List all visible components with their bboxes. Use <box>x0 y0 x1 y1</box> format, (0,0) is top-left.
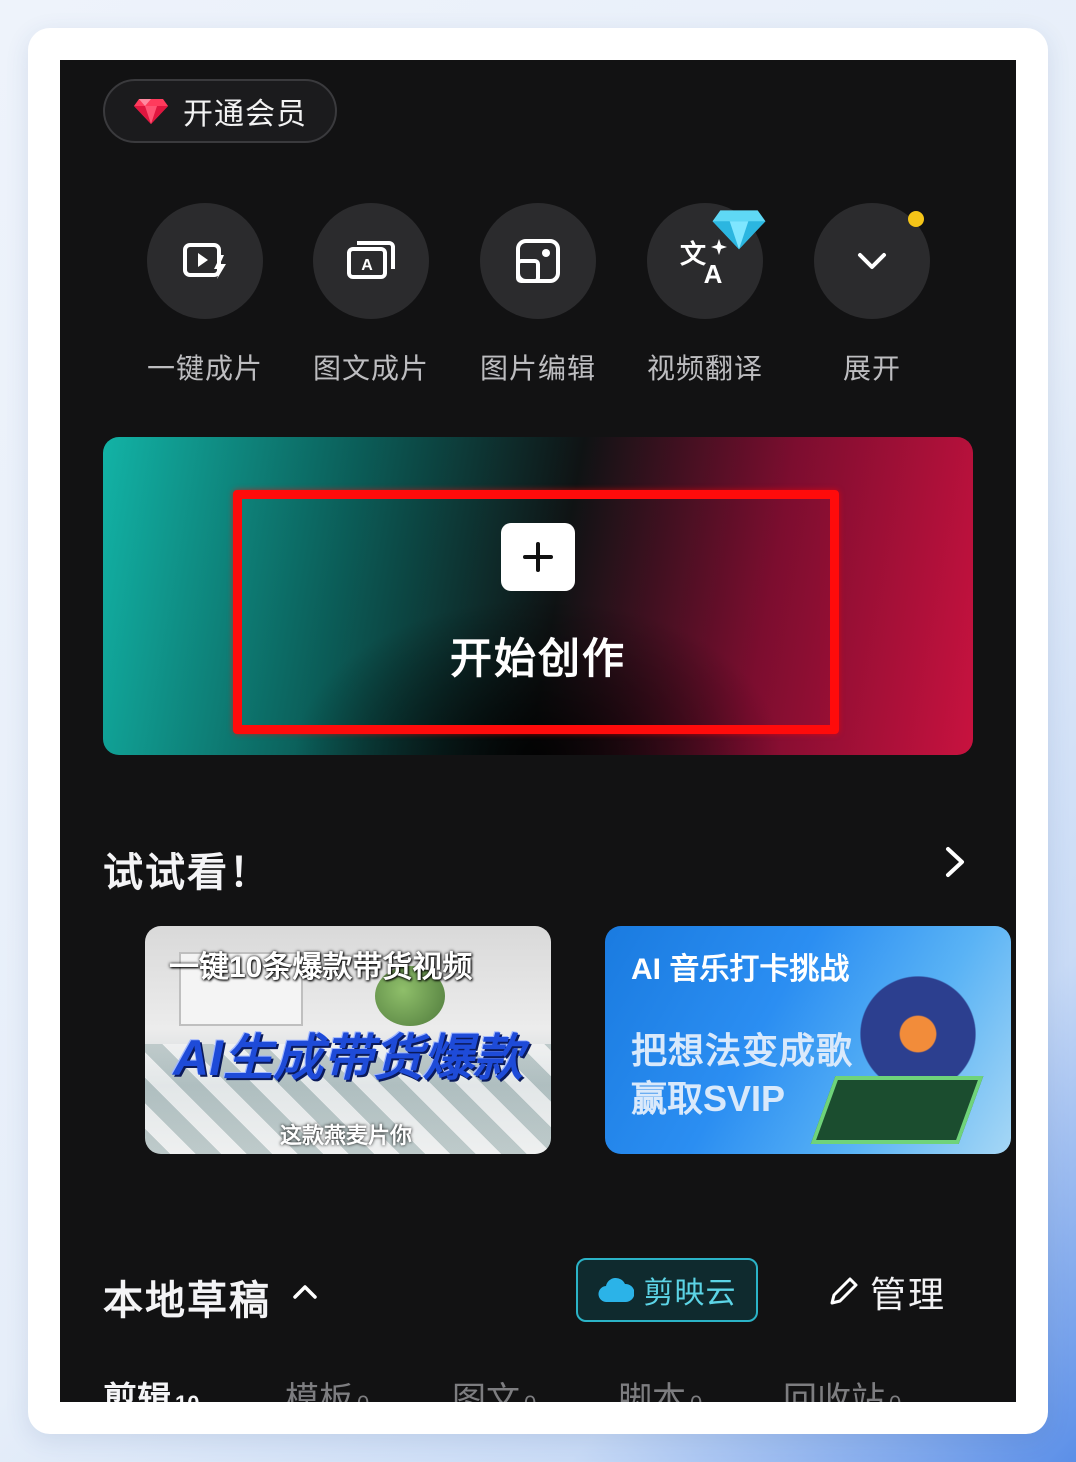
tool-circle <box>147 203 263 319</box>
manage-label: 管理 <box>870 1274 947 1315</box>
notification-dot <box>908 211 924 227</box>
tab-label: 图文 <box>452 1381 520 1402</box>
text-image-icon: A <box>347 241 395 279</box>
promo-subtitle: 赢取SVIP <box>631 1078 786 1119</box>
tab-count: 0 <box>524 1391 536 1402</box>
app-screen: 开通会员 一键成片 A 图文成片 图片编辑 文 A 视频翻译 展开 开始创作 试… <box>60 60 1016 1402</box>
tab-count: 0 <box>889 1391 901 1402</box>
tab-edit[interactable]: 剪辑 10 <box>103 1372 199 1402</box>
promo-caption: 这款燕麦片你 <box>280 1123 413 1148</box>
gem-icon <box>134 99 168 124</box>
svg-text:A: A <box>361 257 373 274</box>
image-edit-icon <box>516 239 560 283</box>
tool-label: 图文成片 <box>312 353 429 384</box>
tab-label: 剪辑 <box>103 1381 171 1402</box>
tool-text-to-video[interactable]: A 图文成片 <box>296 203 446 387</box>
chevron-up-icon[interactable] <box>292 1282 318 1300</box>
tab-label: 脚本 <box>618 1381 686 1402</box>
tool-label: 视频翻译 <box>646 353 763 384</box>
tab-image-text[interactable]: 图文 0 <box>452 1372 536 1402</box>
start-create-button[interactable] <box>501 523 575 591</box>
tool-video-translate[interactable]: 文 A 视频翻译 <box>630 203 780 387</box>
start-create-label: 开始创作 <box>449 635 626 682</box>
quick-tools: 一键成片 A 图文成片 图片编辑 文 A 视频翻译 展开 <box>60 203 1016 384</box>
cloud-label: 剪映云 <box>643 1277 737 1310</box>
pencil-icon <box>830 1277 858 1305</box>
tool-one-click-video[interactable]: 一键成片 <box>130 203 280 387</box>
svg-text:A: A <box>704 259 723 289</box>
tab-count: 0 <box>690 1391 702 1402</box>
draft-tabs: 剪辑 10 模板 0 图文 0 脚本 0 回收站 0 <box>103 1372 1003 1402</box>
promo-headline: AI 音乐打卡挑战 <box>631 953 850 986</box>
video-spark-icon <box>183 243 226 279</box>
chevron-right-icon[interactable] <box>940 845 970 879</box>
tool-label: 展开 <box>842 353 901 384</box>
promo-title: AI生成带货爆款 <box>173 1030 523 1086</box>
vip-button[interactable]: 开通会员 <box>103 79 337 143</box>
tab-script[interactable]: 脚本 0 <box>618 1372 702 1402</box>
tab-template[interactable]: 模板 0 <box>285 1372 369 1402</box>
tool-circle <box>480 203 596 319</box>
gem-badge-icon <box>712 210 766 250</box>
tool-label: 图片编辑 <box>479 353 596 384</box>
tab-count: 10 <box>175 1391 199 1402</box>
cloud-icon <box>598 1277 634 1303</box>
tab-recycle-bin[interactable]: 回收站 0 <box>783 1372 901 1402</box>
try-section-title: 试试看！ <box>103 851 271 895</box>
local-drafts-title[interactable]: 本地草稿 <box>103 1268 271 1326</box>
promo-headline: 一键10条爆款带货视频 <box>169 951 473 984</box>
manage-button[interactable]: 管理 <box>826 1266 946 1318</box>
tab-label: 回收站 <box>783 1381 885 1402</box>
tool-circle <box>814 203 930 319</box>
chevron-down-icon <box>858 253 886 269</box>
promo-card-ai-music[interactable]: AI 音乐打卡挑战 把想法变成歌 赢取SVIP <box>605 926 1011 1154</box>
tool-circle: 文 A <box>647 203 766 319</box>
plus-icon <box>523 542 553 572</box>
promo-title: 把想法变成歌 <box>631 1030 854 1071</box>
tool-label: 一键成片 <box>146 353 263 384</box>
promo-card-ai-ecommerce[interactable]: 一键10条爆款带货视频 AI生成带货爆款 这款燕麦片你 <box>145 926 551 1154</box>
tab-count: 0 <box>357 1391 369 1402</box>
tab-label: 模板 <box>285 1381 353 1402</box>
vip-label: 开通会员 <box>183 98 307 131</box>
promo-phone-image <box>810 1076 984 1144</box>
cloud-button[interactable]: 剪映云 <box>576 1258 758 1322</box>
tool-expand[interactable]: 展开 <box>797 203 947 387</box>
tool-image-edit[interactable]: 图片编辑 <box>463 203 613 387</box>
tool-circle: A <box>313 203 429 319</box>
